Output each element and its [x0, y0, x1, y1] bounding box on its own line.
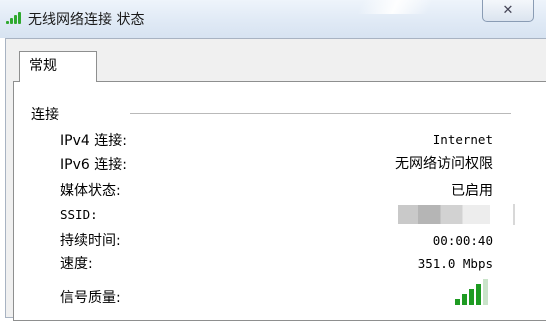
tab-general[interactable]: 常规: [19, 51, 97, 82]
wifi-signal-icon: [6, 10, 26, 24]
connection-section-label: 连接: [31, 107, 59, 123]
duration-value: 00:00:40: [432, 233, 493, 248]
ipv4-value: Internet: [432, 132, 493, 147]
duration-label: 持续时间:: [60, 233, 121, 249]
speed-value: 351.0 Mbps: [417, 256, 493, 271]
ssid-value-redacted: [398, 205, 490, 224]
ipv4-label: IPv4 连接:: [60, 133, 127, 149]
ipv6-label: IPv6 连接:: [60, 157, 127, 173]
signal-strength-icon: [455, 277, 495, 305]
section-divider: [130, 113, 511, 114]
signal-quality-label: 信号质量:: [60, 290, 121, 306]
media-state-label: 媒体状态:: [60, 183, 121, 199]
title-bar-glare: [356, 0, 434, 14]
close-icon: ✕: [502, 3, 514, 18]
speed-label: 速度:: [60, 256, 93, 272]
media-state-value: 已启用: [451, 183, 493, 199]
dialog-client-area: 常规: [5, 38, 546, 321]
ssid-label: SSID:: [60, 207, 98, 222]
close-button[interactable]: ✕: [482, 0, 534, 22]
divider: [513, 204, 515, 225]
title-bar: 无线网络连接 状态 ✕: [0, 0, 546, 38]
ipv6-value: 无网络访问权限: [395, 156, 493, 172]
window-title: 无线网络连接 状态: [28, 12, 145, 28]
